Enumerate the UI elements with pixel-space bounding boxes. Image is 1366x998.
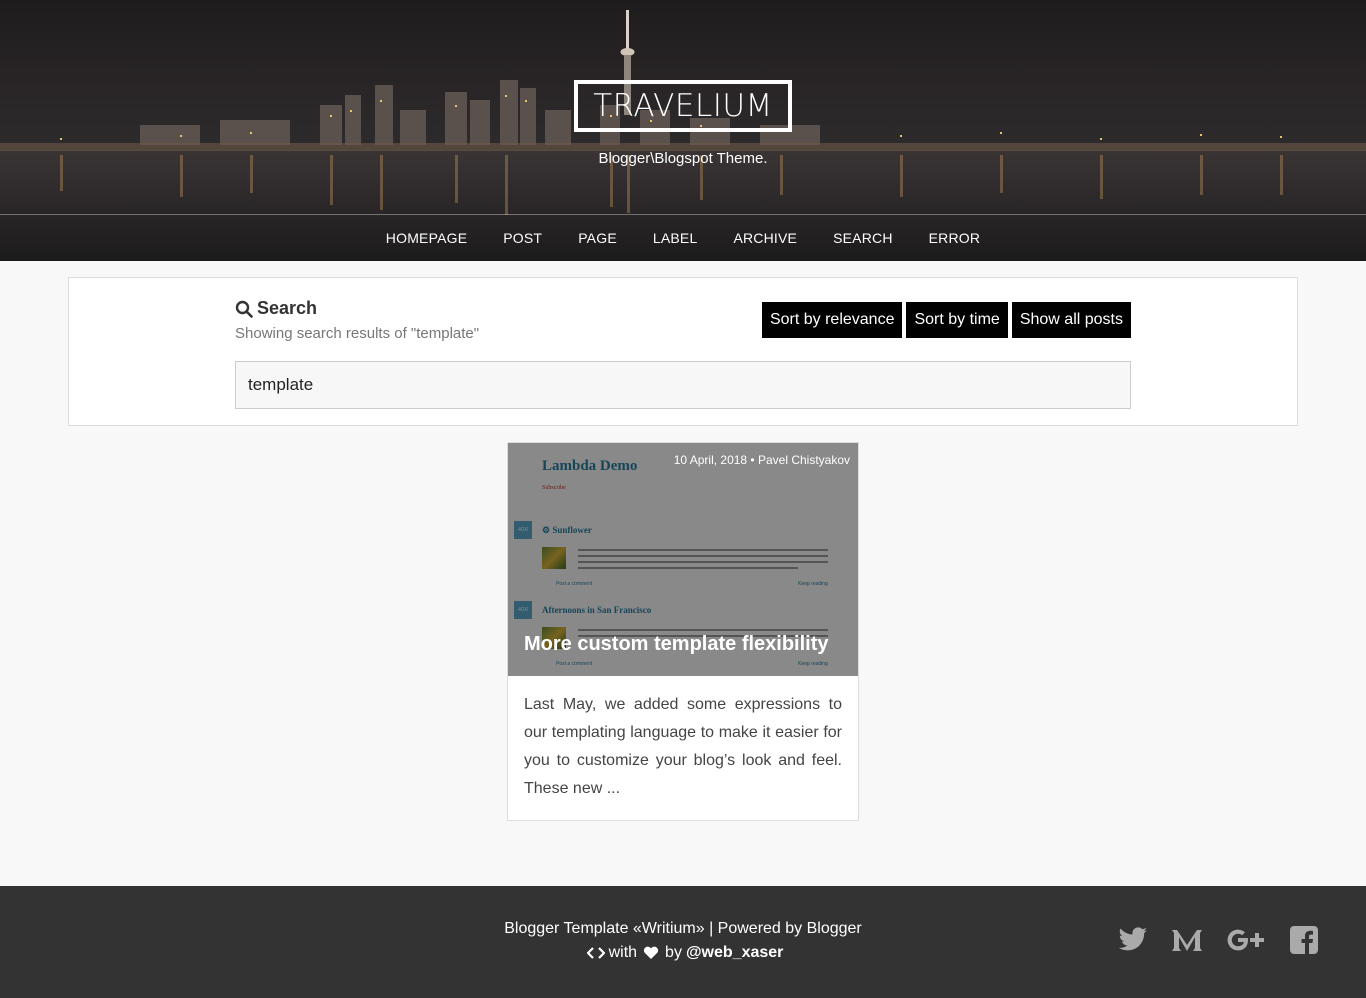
- footer-with-text: with: [608, 944, 638, 961]
- nav-archive[interactable]: ARCHIVE: [733, 230, 797, 246]
- facebook-icon[interactable]: [1290, 926, 1318, 954]
- site-footer: Blogger Template «Writium» | Powered by …: [0, 886, 1366, 998]
- twitter-icon[interactable]: [1118, 927, 1148, 953]
- sort-buttons: Sort by relevance Sort by time Show all …: [758, 302, 1131, 338]
- nav-post[interactable]: POST: [503, 230, 542, 246]
- site-header: TRAVELIUM Blogger\Blogspot Theme. HOMEPA…: [0, 0, 1366, 261]
- nav-homepage[interactable]: HOMEPAGE: [386, 230, 467, 246]
- nav-label[interactable]: LABEL: [653, 230, 698, 246]
- search-panel: Search Showing search results of "templa…: [68, 277, 1298, 426]
- social-links: [1096, 926, 1318, 954]
- code-icon: [586, 946, 605, 960]
- post-title[interactable]: More custom template flexibility: [524, 633, 829, 656]
- sort-time-button[interactable]: Sort by time: [906, 302, 1008, 338]
- search-input[interactable]: [235, 361, 1131, 409]
- site-logo-text: TRAVELIUM: [593, 88, 773, 124]
- footer-by-text: by: [665, 944, 682, 961]
- post-card[interactable]: Lambda Demo Subscribe 4/16 ⚙ Sunflower P…: [507, 442, 859, 821]
- google-plus-icon[interactable]: [1226, 927, 1268, 953]
- site-logo[interactable]: TRAVELIUM: [574, 80, 792, 132]
- nav-page[interactable]: PAGE: [578, 230, 617, 246]
- nav-error[interactable]: ERROR: [929, 230, 981, 246]
- nav-search[interactable]: SEARCH: [833, 230, 893, 246]
- site-tagline: Blogger\Blogspot Theme.: [598, 150, 768, 167]
- medium-icon[interactable]: [1170, 927, 1204, 953]
- search-results-caption: Showing search results of "template": [235, 325, 480, 342]
- post-excerpt: Last May, we added some expressions to o…: [524, 696, 842, 797]
- search-icon: [235, 300, 253, 318]
- search-heading: Search: [235, 298, 317, 319]
- main-nav: HOMEPAGE POST PAGE LABEL ARCHIVE SEARCH …: [0, 215, 1366, 261]
- post-thumbnail[interactable]: Lambda Demo Subscribe 4/16 ⚙ Sunflower P…: [508, 443, 858, 676]
- search-title: Search: [257, 298, 318, 318]
- post-meta: 10 April, 2018 • Pavel Chistyakov: [673, 453, 850, 467]
- heart-icon: [643, 946, 659, 960]
- footer-author-link[interactable]: @web_xaser: [686, 944, 783, 962]
- show-all-posts-button[interactable]: Show all posts: [1011, 302, 1131, 338]
- sort-relevance-button[interactable]: Sort by relevance: [761, 302, 903, 338]
